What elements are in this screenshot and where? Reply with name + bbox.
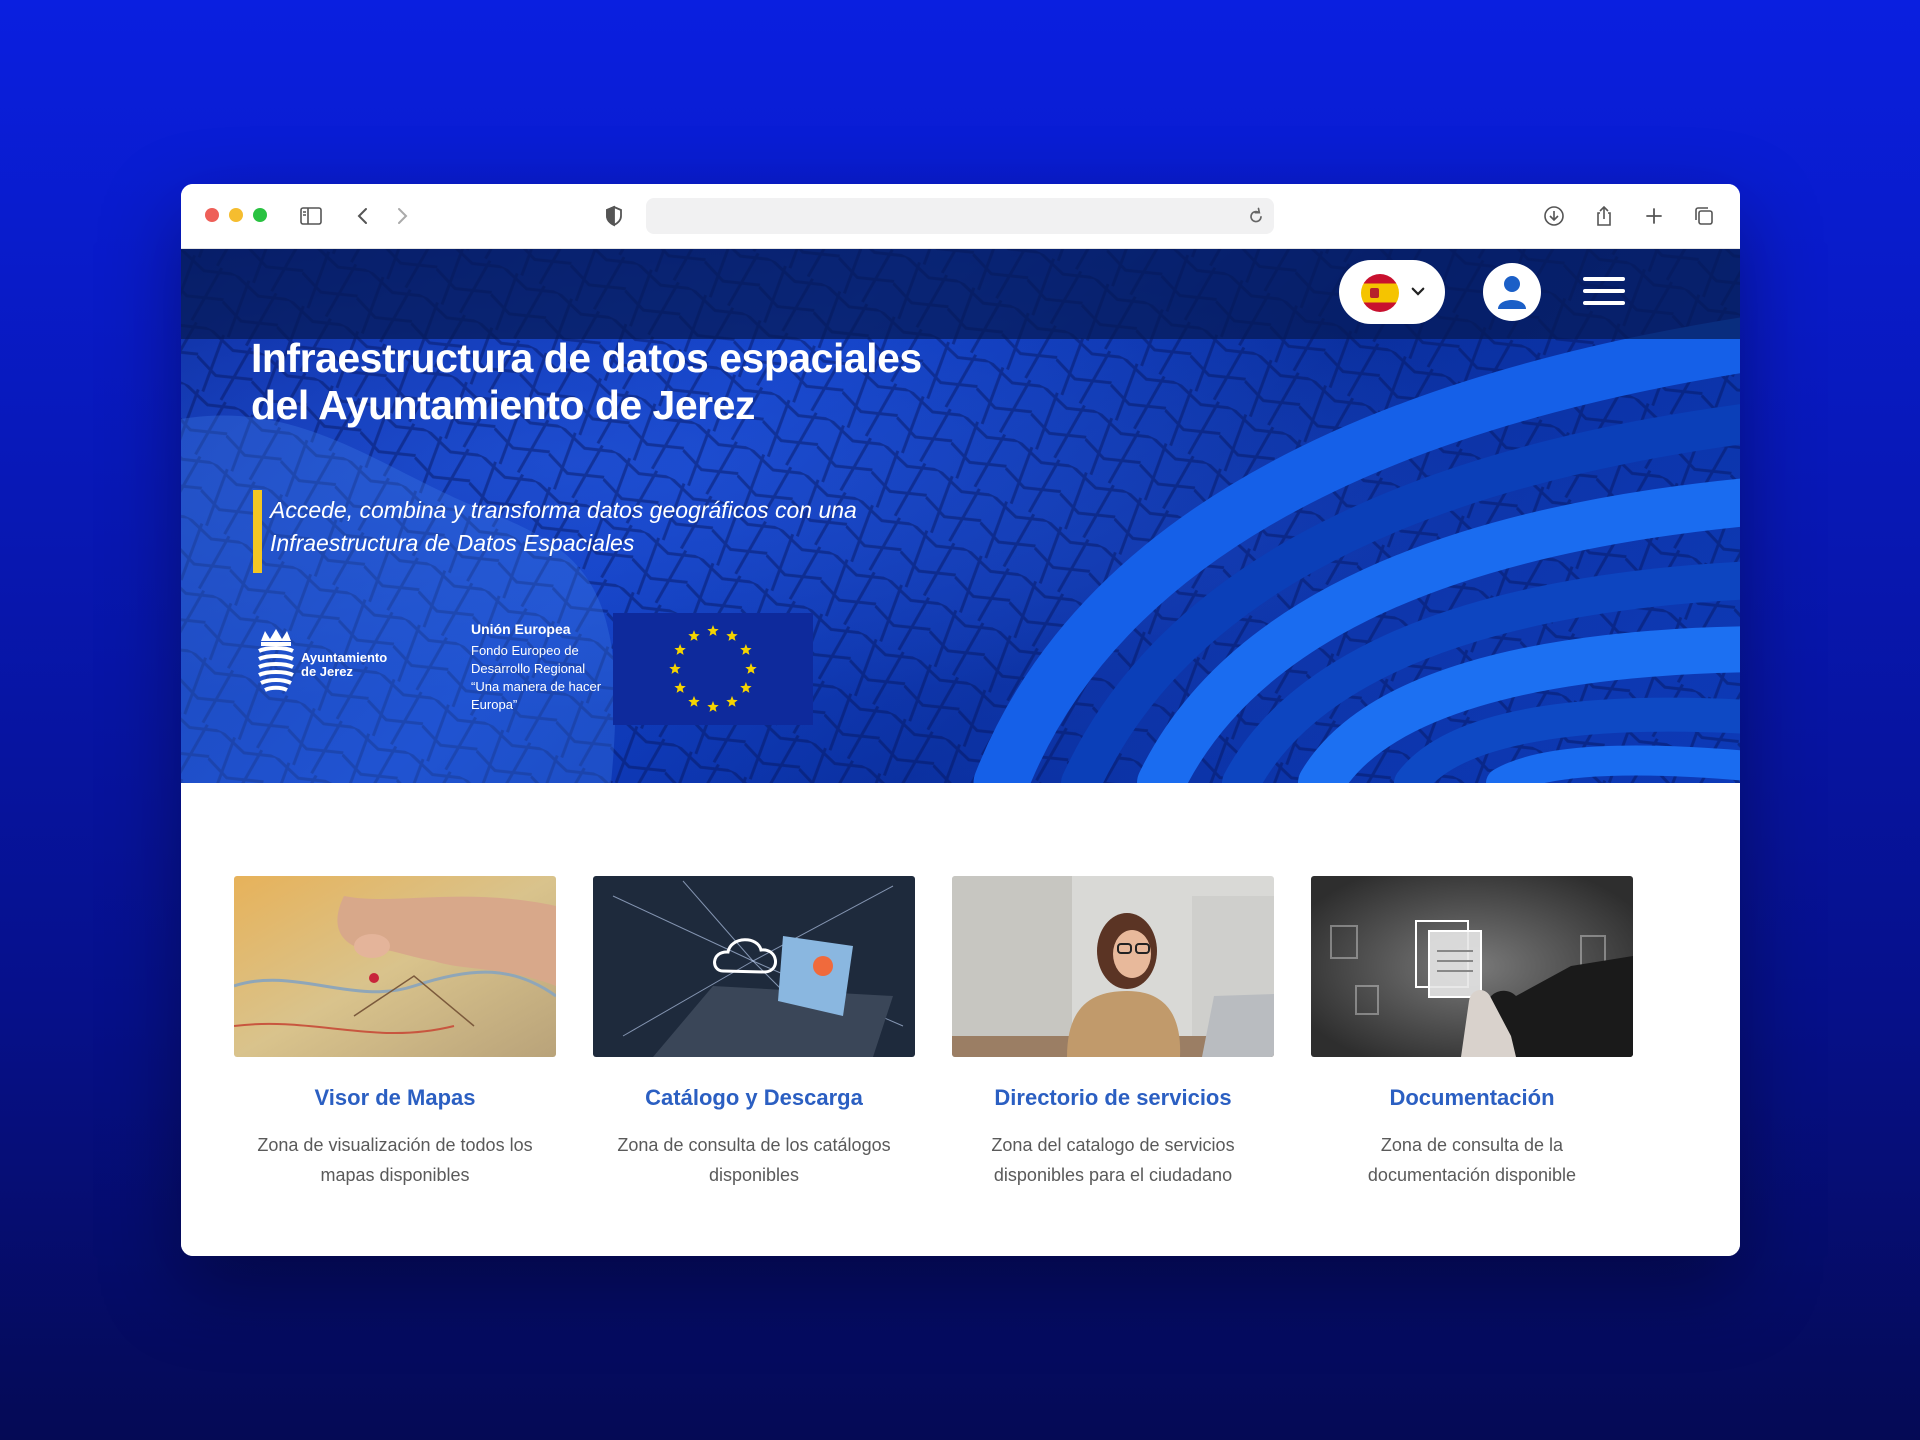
spain-flag-icon [1361,274,1399,312]
user-account-button[interactable] [1483,263,1541,321]
browser-toolbar [181,184,1740,249]
card-description: Zona del catalogo de servicios disponibl… [991,1135,1235,1185]
plus-icon[interactable] [1640,202,1668,230]
eu-star [674,682,686,693]
zoom-window-button[interactable] [253,208,267,222]
page-title: Infraestructura de datos espaciales del … [251,335,922,428]
eu-star [707,701,719,712]
chevron-down-icon [1411,287,1425,296]
eu-star [740,644,752,655]
eu-star [726,630,738,641]
card-description: Zona de visualización de todos los mapas… [257,1135,533,1185]
share-icon[interactable] [1590,202,1618,230]
eu-star [688,695,700,707]
browser-window: Infraestructura de datos espaciales del … [181,184,1740,1256]
eu-funding-text: Unión Europea Fondo Europeo de Desarroll… [471,620,611,714]
minimize-window-button[interactable] [229,208,243,222]
eu-flag-icon [613,613,813,725]
card-title[interactable]: Documentación [1311,1085,1633,1111]
shield-icon[interactable] [600,202,628,230]
ayuntamiento-logo[interactable]: Ayuntamiento de Jerez [255,627,395,707]
card-description: Zona de consulta de la documentación dis… [1367,1135,1577,1185]
eu-star [688,630,700,641]
map-hand-image [234,876,556,1057]
card-title[interactable]: Catálogo y Descarga [593,1085,915,1111]
close-window-button[interactable] [205,208,219,222]
feature-cards-section: Visor de Mapas Zona de visualización de … [181,783,1740,1256]
eu-star [726,695,738,707]
hamburger-menu-icon[interactable] [1583,273,1627,309]
eu-star [669,663,681,674]
tabs-overview-icon[interactable] [1690,202,1718,230]
card-title[interactable]: Directorio de servicios [952,1085,1274,1111]
top-navigation-bar [181,249,1740,339]
chevron-left-icon[interactable] [349,202,377,230]
ayuntamiento-name: Ayuntamiento de Jerez [301,650,388,679]
sidebar-icon[interactable] [297,202,325,230]
woman-laptop-image [952,876,1274,1057]
card-description: Zona de consulta de los catálogos dispon… [617,1135,891,1185]
eu-heading: Unión Europea [471,621,571,637]
reload-icon[interactable] [1246,206,1266,226]
chevron-right-icon[interactable] [388,202,416,230]
eu-slogan: “Una manera de hacer Europa” [471,679,602,712]
user-icon [1498,276,1526,309]
language-selector[interactable] [1339,260,1445,324]
eu-fund-name: Fondo Europeo de Desarrollo Regional [471,643,586,676]
eu-star [674,644,686,655]
card-title[interactable]: Visor de Mapas [234,1085,556,1111]
ayuntamiento-crest-icon [258,629,294,692]
eu-star [707,625,719,636]
download-icon[interactable] [1540,202,1568,230]
address-bar[interactable] [646,198,1274,234]
documents-touch-image [1311,876,1633,1057]
subtitle-accent-bar [253,490,262,573]
page-subtitle: Accede, combina y transforma datos geogr… [270,497,857,556]
hero-banner: Infraestructura de datos espaciales del … [181,249,1740,783]
eu-star [745,663,757,674]
eu-star [740,682,752,693]
cloud-laptop-image [593,876,915,1057]
